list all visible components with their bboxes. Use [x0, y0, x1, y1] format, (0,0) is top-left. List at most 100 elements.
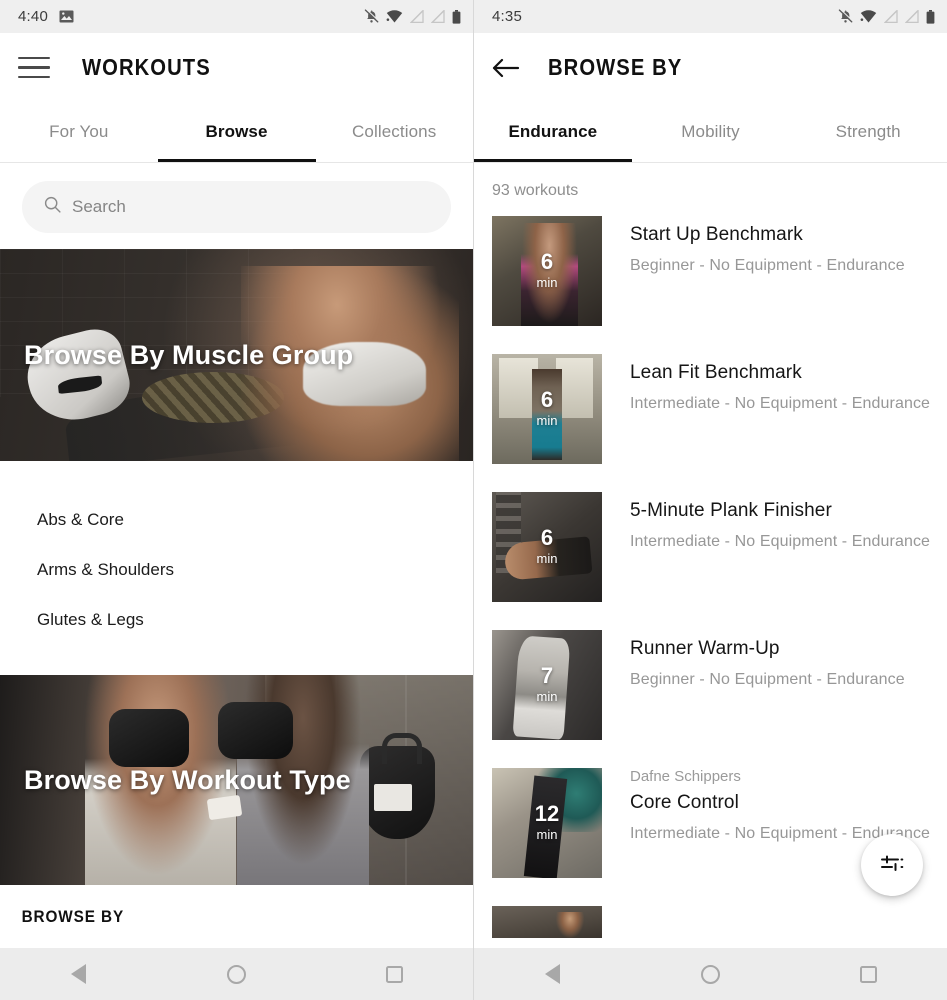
battery-icon: [452, 9, 461, 24]
muscle-group-item-abs-core[interactable]: Abs & Core: [0, 495, 473, 545]
status-time: 4:40: [18, 8, 48, 25]
duration-value: 12: [534, 801, 560, 827]
search-icon: [44, 196, 61, 218]
tab-bar-right: Endurance Mobility Strength: [474, 102, 947, 162]
screenshot-image-icon: [59, 10, 74, 23]
page-title: BROWSE BY: [548, 54, 683, 80]
workout-thumbnail: 12 min: [492, 768, 602, 878]
duration-badge: 7 min: [492, 630, 602, 740]
dual-phone-screenshot: 4:40 WORKOUTS For You Browse Collections…: [0, 0, 947, 1000]
duration-unit: min: [536, 274, 558, 290]
workout-thumbnail: 7 min: [492, 630, 602, 740]
hero-browse-by-muscle-group[interactable]: Browse By Muscle Group: [0, 249, 473, 461]
back-triangle-icon[interactable]: [521, 948, 585, 1000]
muscle-group-item-arms-shoulders[interactable]: Arms & Shoulders: [0, 545, 473, 595]
duration-unit: min: [536, 412, 558, 428]
right-phone-panel: 4:35 BROWSE BY Endurance Mobility Streng…: [474, 0, 947, 1000]
hero-type-title: Browse By Workout Type: [24, 764, 351, 795]
workout-thumbnail: 6 min: [492, 354, 602, 464]
tab-mobility[interactable]: Mobility: [632, 102, 790, 162]
workout-text: Runner Warm-Up Beginner - No Equipment -…: [602, 630, 905, 740]
status-bar-right: 4:35: [474, 0, 947, 33]
tab-collections[interactable]: Collections: [315, 102, 473, 162]
duration-value: 7: [540, 663, 554, 689]
app-bar-right: BROWSE BY: [474, 33, 947, 102]
tab-bar-left: For You Browse Collections: [0, 102, 473, 162]
tab-endurance[interactable]: Endurance: [474, 102, 632, 162]
workout-meta: Intermediate - No Equipment - Endurance: [630, 533, 931, 550]
notifications-off-icon: [364, 9, 379, 24]
workout-meta: Beginner - No Equipment - Endurance: [630, 257, 905, 274]
battery-icon: [926, 9, 935, 24]
android-nav-bar-left: [0, 948, 473, 1000]
workout-title: Runner Warm-Up: [630, 638, 780, 659]
search-placeholder: Search: [72, 197, 126, 216]
hero-muscle-title: Browse By Muscle Group: [24, 339, 354, 370]
muscle-group-item-glutes-legs[interactable]: Glutes & Legs: [0, 595, 473, 645]
workout-athlete: Dafne Schippers: [630, 768, 741, 785]
workout-title: 5-Minute Plank Finisher: [630, 500, 832, 521]
workout-thumbnail: [492, 906, 602, 938]
list-item[interactable]: [492, 906, 947, 938]
wifi-icon: [386, 10, 403, 23]
search-section: Search: [0, 163, 473, 249]
list-item[interactable]: 6 min Start Up Benchmark Beginner - No E…: [492, 216, 947, 326]
workout-list: 6 min Start Up Benchmark Beginner - No E…: [474, 216, 947, 938]
workout-title: Core Control: [630, 792, 739, 813]
workout-text: Start Up Benchmark Beginner - No Equipme…: [602, 216, 905, 326]
back-arrow-icon[interactable]: [492, 55, 526, 81]
section-label-browse-by: BROWSE BY: [21, 907, 125, 926]
workout-meta: Beginner - No Equipment - Endurance: [630, 671, 905, 688]
search-input[interactable]: Search: [22, 181, 451, 233]
left-phone-panel: 4:40 WORKOUTS For You Browse Collections…: [0, 0, 474, 1000]
muscle-group-list: Abs & Core Arms & Shoulders Glutes & Leg…: [0, 461, 473, 675]
workout-title: Lean Fit Benchmark: [630, 362, 802, 383]
hero-browse-by-workout-type[interactable]: Browse By Workout Type: [0, 675, 473, 885]
list-item[interactable]: 6 min Lean Fit Benchmark Intermediate - …: [492, 354, 947, 464]
tab-strength[interactable]: Strength: [789, 102, 947, 162]
tab-browse[interactable]: Browse: [158, 102, 316, 162]
wifi-icon: [860, 10, 877, 23]
thumbnail-image: [492, 906, 602, 938]
duration-badge: 6 min: [492, 354, 602, 464]
status-time: 4:35: [492, 8, 522, 25]
workout-text: 5-Minute Plank Finisher Intermediate - N…: [602, 492, 930, 602]
sim1-no-signal-icon: [884, 10, 898, 23]
app-bar-left: WORKOUTS: [0, 33, 473, 102]
home-circle-icon[interactable]: [678, 948, 742, 1000]
sim1-no-signal-icon: [410, 10, 424, 23]
status-icons-right: [838, 9, 935, 24]
list-item[interactable]: 7 min Runner Warm-Up Beginner - No Equip…: [492, 630, 947, 740]
hamburger-menu-icon[interactable]: [18, 56, 50, 79]
workout-count-label: 93 workouts: [492, 182, 579, 199]
status-icons-right: [364, 9, 461, 24]
duration-unit: min: [536, 550, 558, 566]
left-scroll-area[interactable]: Search Browse By Muscle Group Abs & Core…: [0, 163, 473, 1000]
duration-value: 6: [540, 387, 554, 413]
sim2-no-signal-icon: [431, 10, 445, 23]
sim2-no-signal-icon: [905, 10, 919, 23]
android-nav-bar-right: [474, 948, 947, 1000]
workout-text: Lean Fit Benchmark Intermediate - No Equ…: [602, 354, 930, 464]
duration-unit: min: [536, 826, 558, 842]
home-circle-icon[interactable]: [204, 948, 268, 1000]
list-item[interactable]: 6 min 5-Minute Plank Finisher Intermedia…: [492, 492, 947, 602]
duration-value: 6: [540, 249, 554, 275]
duration-badge: 12 min: [492, 768, 602, 878]
recents-square-icon[interactable]: [362, 948, 426, 1000]
workout-thumbnail: 6 min: [492, 492, 602, 602]
duration-unit: min: [536, 688, 558, 704]
workout-meta: Intermediate - No Equipment - Endurance: [630, 395, 931, 412]
back-triangle-icon[interactable]: [47, 948, 111, 1000]
status-bar-left: 4:40: [0, 0, 473, 33]
notifications-off-icon: [838, 9, 853, 24]
page-title: WORKOUTS: [82, 54, 211, 80]
duration-value: 6: [540, 525, 554, 551]
workout-thumbnail: 6 min: [492, 216, 602, 326]
tab-for-you[interactable]: For You: [0, 102, 158, 162]
recents-square-icon[interactable]: [836, 948, 900, 1000]
filter-fab-button[interactable]: [861, 834, 923, 896]
duration-badge: 6 min: [492, 492, 602, 602]
filter-tune-icon: [879, 850, 905, 881]
workout-title: Start Up Benchmark: [630, 224, 803, 245]
